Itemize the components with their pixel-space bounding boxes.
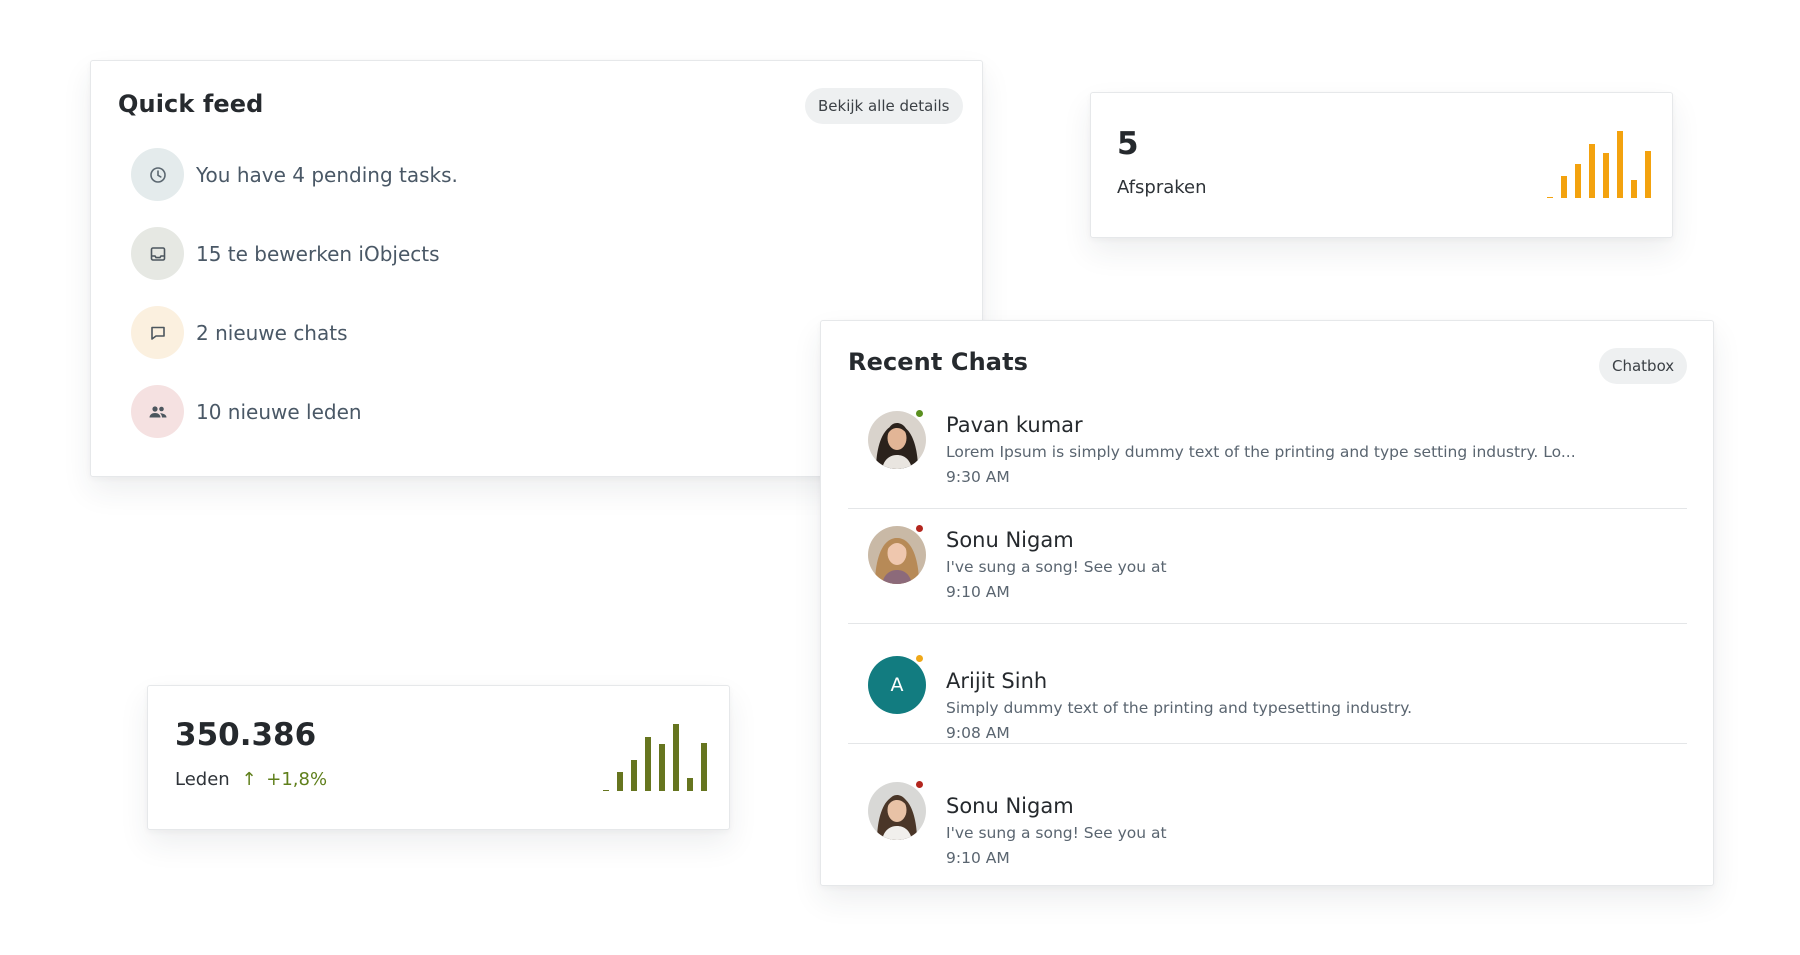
avatar (868, 524, 926, 584)
feed-item-label: 10 nieuwe leden (196, 399, 362, 424)
members-stat-card[interactable]: 350.386 Leden ↑ +1,8% (147, 685, 730, 830)
chat-contact-name: Arijit Sinh (946, 669, 1048, 693)
chart-bar (603, 790, 609, 791)
quick-feed-title: Quick feed (118, 90, 264, 118)
chart-bar (701, 743, 707, 791)
chart-bar (659, 744, 665, 791)
feed-item-iobjects[interactable]: 15 te bewerken iObjects (131, 227, 440, 280)
feed-item-new-members[interactable]: 10 nieuwe leden (131, 385, 362, 438)
chart-bar (1589, 144, 1595, 198)
feed-item-new-chats[interactable]: 2 nieuwe chats (131, 306, 348, 359)
members-label: Leden (175, 769, 230, 790)
inbox-icon (131, 227, 184, 280)
chat-list-item[interactable]: Sonu Nigam I've sung a song! See you at … (848, 524, 1687, 624)
feed-item-label: 15 te bewerken iObjects (196, 241, 440, 266)
chat-contact-name: Pavan kumar (946, 413, 1083, 437)
chat-message-preview: Simply dummy text of the printing and ty… (946, 699, 1413, 717)
recent-chats-card: Recent Chats Chatbox Pavan kumar Lorem I… (820, 320, 1714, 886)
chart-bar (1547, 197, 1553, 198)
chat-message-preview: Lorem Ipsum is simply dummy text of the … (946, 443, 1576, 461)
chat-contact-name: Sonu Nigam (946, 528, 1074, 552)
chat-timestamp: 9:10 AM (946, 583, 1010, 601)
chat-timestamp: 9:08 AM (946, 724, 1010, 742)
feed-item-label: You have 4 pending tasks. (196, 162, 458, 187)
trend-up-icon: ↑ (241, 769, 257, 790)
avatar: A (868, 654, 926, 714)
avatar (868, 409, 926, 469)
avatar-initial: A (868, 656, 926, 714)
chart-bar (1617, 131, 1623, 198)
appointments-count: 5 (1117, 126, 1139, 162)
chat-contact-name: Sonu Nigam (946, 794, 1074, 818)
appointments-label: Afspraken (1117, 177, 1207, 198)
avatar-photo (868, 526, 926, 584)
chart-bar (631, 760, 637, 791)
online-status-dot (915, 409, 924, 418)
view-all-details-button[interactable]: Bekijk alle details (805, 88, 963, 124)
away-status-dot (915, 654, 924, 663)
chat-list-item[interactable]: Pavan kumar Lorem Ipsum is simply dummy … (848, 409, 1687, 509)
members-mini-bar-chart (603, 724, 707, 791)
busy-status-dot (915, 780, 924, 789)
chat-list-item[interactable]: Sonu Nigam I've sung a song! See you at … (848, 762, 1687, 867)
chat-list-item[interactable]: A Arijit Sinh Simply dummy text of the p… (848, 636, 1687, 744)
chat-message-preview: I've sung a song! See you at (946, 824, 1167, 842)
avatar (868, 780, 926, 840)
chat-message-preview: I've sung a song! See you at (946, 558, 1167, 576)
chart-bar (673, 724, 679, 791)
avatar-photo (868, 782, 926, 840)
chatbox-button[interactable]: Chatbox (1599, 348, 1688, 384)
chat-bubble-icon (131, 306, 184, 359)
members-count: 350.386 (175, 717, 317, 753)
avatar-photo (868, 411, 926, 469)
chart-bar (1561, 176, 1567, 198)
busy-status-dot (915, 524, 924, 533)
appointments-stat-card[interactable]: 5 Afspraken (1090, 92, 1673, 238)
chart-bar (1631, 180, 1637, 198)
chart-bar (687, 778, 693, 791)
feed-item-label: 2 nieuwe chats (196, 320, 348, 345)
feed-item-pending-tasks[interactable]: You have 4 pending tasks. (131, 148, 458, 201)
members-label-row: Leden ↑ +1,8% (175, 769, 327, 790)
chart-bar (1575, 164, 1581, 198)
chart-bar (1603, 153, 1609, 198)
clock-icon (131, 148, 184, 201)
chat-timestamp: 9:10 AM (946, 849, 1010, 867)
chart-bar (617, 772, 623, 791)
recent-chats-title: Recent Chats (848, 348, 1029, 376)
appointments-mini-bar-chart (1547, 131, 1651, 198)
chat-timestamp: 9:30 AM (946, 468, 1010, 486)
members-trend-value: +1,8% (266, 769, 328, 790)
chart-bar (645, 737, 651, 791)
people-icon (131, 385, 184, 438)
chart-bar (1645, 151, 1651, 198)
